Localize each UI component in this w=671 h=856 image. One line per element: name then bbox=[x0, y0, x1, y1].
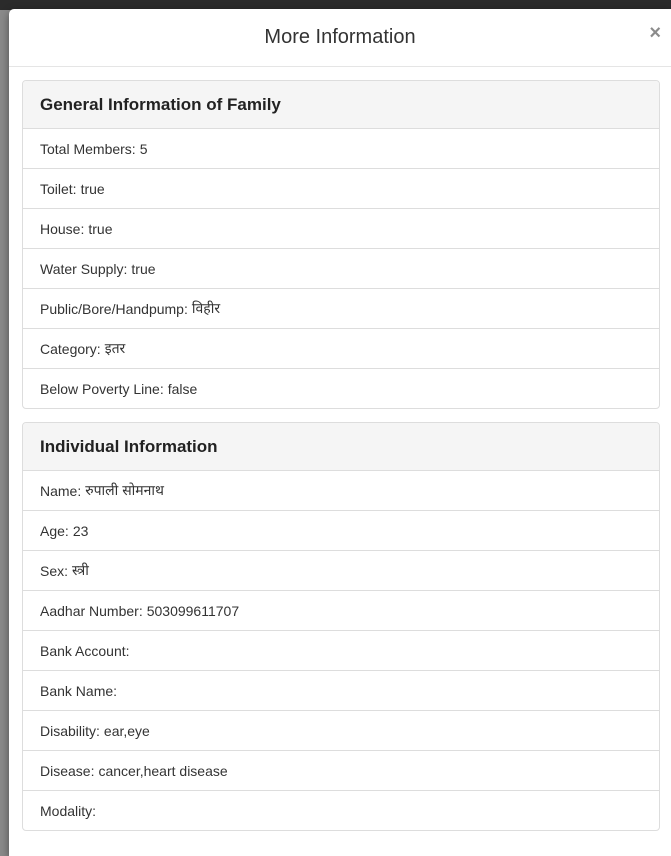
individual-sex: Sex: स्त्री bbox=[23, 550, 659, 590]
family-water-supply: Water Supply: true bbox=[23, 248, 659, 288]
individual-age: Age: 23 bbox=[23, 510, 659, 550]
individual-info-heading: Individual Information bbox=[40, 436, 218, 456]
family-house: House: true bbox=[23, 208, 659, 248]
family-below-poverty-line: Below Poverty Line: false bbox=[23, 368, 659, 408]
individual-disease: Disease: cancer,heart disease bbox=[23, 750, 659, 790]
individual-name: Name: रुपाली सोमनाथ bbox=[40, 482, 164, 499]
individual-aadhar-number: Aadhar Number: 503099611707 bbox=[23, 590, 659, 630]
family-total-members: Total Members: 5 bbox=[40, 140, 148, 157]
panel-heading: Individual Information bbox=[23, 423, 659, 471]
family-toilet: Toilet: true bbox=[23, 168, 659, 208]
family-category: Category: इतर bbox=[23, 328, 659, 368]
modal-header: More Information × bbox=[9, 9, 671, 67]
individual-disability: Disability: ear,eye bbox=[23, 710, 659, 750]
family-info-heading: General Information of Family bbox=[40, 94, 281, 114]
individual-bank-name: Bank Name: bbox=[23, 670, 659, 710]
individual-modality: Modality: bbox=[23, 790, 659, 830]
panel-heading: General Information of Family bbox=[23, 81, 659, 129]
more-information-modal: More Information × General Information o… bbox=[9, 9, 671, 856]
modal-body: General Information of Family Total Memb… bbox=[9, 67, 671, 831]
family-info-panel: General Information of Family Total Memb… bbox=[22, 80, 660, 409]
family-water-source: Public/Bore/Handpump: विहीर bbox=[23, 288, 659, 328]
close-icon[interactable]: × bbox=[649, 23, 661, 43]
individual-info-panel: Individual Information Name: रुपाली सोमना… bbox=[22, 422, 660, 831]
individual-bank-account: Bank Account: bbox=[23, 630, 659, 670]
modal-title: More Information bbox=[264, 26, 416, 48]
